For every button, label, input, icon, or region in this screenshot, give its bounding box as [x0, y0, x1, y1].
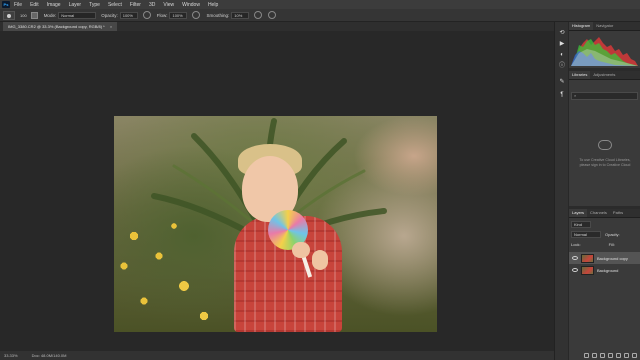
smoothing-field[interactable]: 10% [231, 11, 250, 19]
type-icon[interactable]: ¶ [558, 92, 566, 99]
opacity-field[interactable]: 100% [119, 11, 138, 19]
creative-cloud-icon [598, 140, 612, 150]
menu-layer[interactable]: Layer [69, 2, 82, 8]
smoothing-label: Smoothing: [206, 12, 230, 18]
layers-tabs: Layers Channels Paths [569, 209, 640, 218]
trash-icon[interactable] [632, 352, 637, 358]
blend-row: Normal Opacity: [569, 230, 640, 239]
yellow-flowers-graphic [114, 206, 234, 332]
tab-paths[interactable]: Paths [610, 209, 626, 217]
doc-size[interactable]: Doc: 48.0M/140.0M [32, 353, 67, 358]
adjustment-layer-icon[interactable] [608, 352, 613, 358]
flow-value: 100% [172, 12, 183, 18]
layer-kind-filter[interactable]: Kind [571, 221, 591, 228]
menu-bar: Ps File Edit Image Layer Type Select Fil… [0, 0, 640, 9]
tool-preset-icon[interactable] [3, 10, 15, 20]
library-signin-message: To use Creative Cloud Libraries, please … [579, 158, 631, 167]
opacity-value: 100% [122, 12, 133, 18]
link-layers-icon[interactable] [584, 352, 589, 358]
right-panel-dock: Histogram Navigator Libraries Adjustment… [569, 22, 640, 360]
document-tab[interactable]: IMG_3380.CR2 @ 33.3% (Background copy, R… [3, 22, 118, 31]
tab-navigator[interactable]: Navigator [593, 22, 616, 30]
blend-mode-value: Normal [574, 232, 587, 237]
tab-libraries[interactable]: Libraries [569, 71, 591, 79]
photoshop-logo: Ps [2, 1, 10, 8]
layer-name: Background copy [597, 255, 628, 261]
child-hand-graphic [292, 242, 310, 258]
mode-value: Normal [61, 12, 75, 18]
visibility-eye-icon[interactable] [572, 268, 578, 272]
lock-label: Lock: [571, 242, 581, 247]
fx-icon[interactable] [592, 352, 597, 358]
airbrush-icon[interactable] [192, 11, 201, 19]
menu-type[interactable]: Type [89, 2, 100, 8]
blend-mode-select[interactable]: Normal [571, 231, 601, 238]
panel-icon-strip: ⟲ ▶ ◐ ⓘ ✎ ¶ [554, 22, 568, 360]
layers-panel: Kind Normal Opacity: Lock: Fill: Backgro… [569, 218, 640, 360]
document-tab-title: IMG_3380.CR2 @ 33.3% (Background copy, R… [8, 24, 105, 29]
libraries-panel: ⌕ To use Creative Cloud Libraries, pleas… [569, 80, 640, 206]
menu-help[interactable]: Help [208, 2, 218, 8]
fill-label: Fill: [608, 242, 615, 247]
search-icon: ⌕ [574, 93, 577, 98]
zoom-level[interactable]: 33.33% [4, 353, 18, 358]
info-icon[interactable]: ⓘ [558, 63, 566, 70]
close-tab-icon[interactable]: × [110, 24, 112, 29]
mode-select[interactable]: Normal [58, 11, 97, 19]
menu-select[interactable]: Select [108, 2, 122, 8]
library-search-input[interactable]: ⌕ [571, 92, 638, 100]
layer-row[interactable]: Background copy [569, 252, 640, 264]
actions-icon[interactable]: ▶ [558, 41, 566, 48]
mode-label: Mode: [43, 12, 57, 18]
new-layer-icon[interactable] [624, 352, 629, 358]
tab-layers[interactable]: Layers [569, 209, 588, 217]
layer-row[interactable]: Background [569, 264, 640, 276]
smoothing-value: 10% [234, 12, 243, 18]
histogram-graph [571, 37, 638, 66]
menu-view[interactable]: View [163, 2, 174, 8]
document-tab-bar: IMG_3380.CR2 @ 33.3% (Background copy, R… [0, 22, 554, 31]
child-hand-graphic [312, 250, 328, 270]
brush-size-value[interactable]: 100 [20, 13, 27, 18]
new-group-icon[interactable] [616, 352, 621, 358]
document-image[interactable] [114, 116, 437, 332]
kind-label: Kind [574, 222, 583, 227]
canvas-area[interactable] [0, 31, 554, 351]
smoothing-settings-icon[interactable] [254, 11, 263, 19]
libraries-tabs: Libraries Adjustments [569, 71, 640, 80]
tab-adjustments[interactable]: Adjustments [590, 71, 618, 79]
menu-image[interactable]: Image [47, 2, 61, 8]
status-bar: 33.33% Doc: 48.0M/140.0M [0, 351, 554, 360]
history-icon[interactable]: ⟲ [558, 30, 566, 37]
properties-icon[interactable]: ◐ [558, 52, 566, 59]
menu-edit[interactable]: Edit [30, 2, 39, 8]
layer-thumbnail [581, 253, 594, 263]
opacity-label: Opacity: [101, 12, 118, 18]
menu-3d[interactable]: 3D [149, 2, 155, 8]
layer-opacity-label: Opacity: [605, 232, 620, 237]
flow-field[interactable]: 100% [169, 11, 188, 19]
histogram-tabs: Histogram Navigator [569, 22, 640, 31]
brush-icon[interactable]: ✎ [558, 79, 566, 86]
menu-window[interactable]: Window [182, 2, 200, 8]
menu-file[interactable]: File [14, 2, 22, 8]
layer-thumbnail [581, 265, 594, 275]
flow-label: Flow: [156, 12, 168, 18]
layer-name: Background [597, 267, 619, 273]
layers-footer [569, 350, 640, 360]
menu-filter[interactable]: Filter [130, 2, 141, 8]
pressure-size-icon[interactable] [268, 11, 277, 19]
layer-filter-row: Kind [569, 220, 640, 229]
visibility-eye-icon[interactable] [572, 256, 578, 260]
histogram-panel [569, 31, 640, 68]
pressure-opacity-icon[interactable] [142, 11, 151, 19]
brush-panel-icon[interactable] [30, 11, 38, 19]
lock-row: Lock: Fill: [569, 240, 640, 249]
mask-icon[interactable] [600, 352, 605, 358]
tab-histogram[interactable]: Histogram [569, 22, 594, 30]
options-bar: 100 Mode: Normal Opacity: 100% Flow: 100… [0, 9, 640, 22]
tab-channels[interactable]: Channels [587, 209, 610, 217]
